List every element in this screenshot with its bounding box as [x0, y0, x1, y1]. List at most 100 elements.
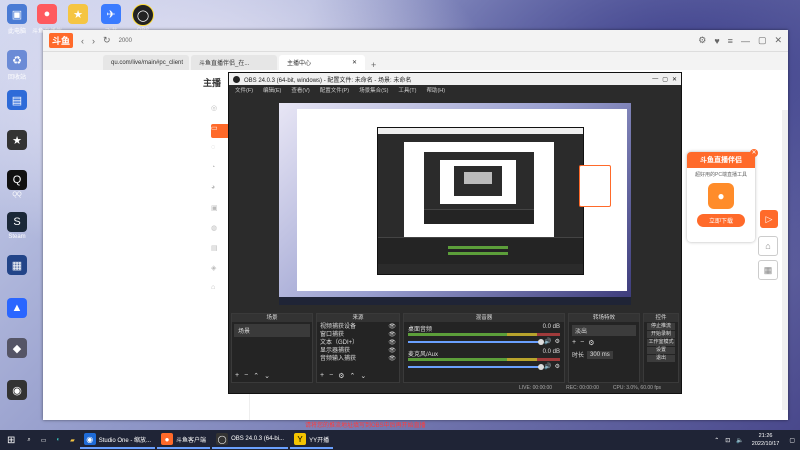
desktop-icon-app-8[interactable]: ★: [2, 130, 32, 152]
promo-close-icon[interactable]: ✕: [750, 149, 758, 157]
scene-item[interactable]: 场景: [234, 324, 310, 337]
browser-url-tab[interactable]: qu.com/live/main#pc_client: [103, 55, 189, 70]
eye-icon[interactable]: 👁: [388, 331, 396, 339]
clock[interactable]: 21:26 2022/10/17: [747, 432, 785, 448]
mixer-settings-icon[interactable]: ⚙: [555, 363, 560, 370]
browser-tab-2[interactable]: 主播中心 ✕: [279, 55, 365, 70]
menu-tools[interactable]: 工具(T): [398, 86, 416, 94]
favorite-icon[interactable]: ♥: [714, 36, 719, 46]
preview-obs-level3: [454, 166, 502, 196]
edge-icon[interactable]: ◐: [51, 437, 65, 443]
desktop-icon-app-13[interactable]: ◆: [2, 338, 32, 360]
menu-icon[interactable]: ≡: [728, 36, 733, 46]
desktop-icon-app-11[interactable]: ▦: [2, 255, 32, 277]
new-tab-icon[interactable]: +: [367, 60, 380, 70]
duration-label: 时长: [572, 353, 585, 359]
tray-chevron-icon[interactable]: ⌃: [711, 437, 722, 444]
address-short[interactable]: 2000: [119, 38, 132, 44]
volume-icon[interactable]: 🔈: [733, 437, 746, 444]
volume-slider[interactable]: [408, 363, 545, 370]
start-recording-button[interactable]: 开始录制: [647, 331, 675, 338]
desktop-icon-recycle-bin[interactable]: ♻ 回收站: [2, 50, 32, 81]
browser-tab-1[interactable]: 斗鱼直播伴侣_在...: [191, 55, 277, 70]
source-item[interactable]: 窗口捕获 👁: [320, 331, 396, 339]
desktop-icon-app-14[interactable]: ◉: [2, 380, 32, 402]
duration-input[interactable]: 300 ms: [587, 350, 613, 359]
exit-button[interactable]: 退出: [647, 355, 675, 362]
obs-close-icon[interactable]: ✕: [672, 76, 677, 83]
add-scene-icon[interactable]: +: [235, 372, 239, 380]
move-down-icon[interactable]: ⌄: [264, 372, 270, 380]
menu-profile[interactable]: 配置文件(P): [320, 86, 349, 94]
desktop-icon-qq[interactable]: Q QQ: [2, 170, 32, 198]
taskbar-app-yy[interactable]: Y YY开播: [290, 431, 334, 449]
remove-source-icon[interactable]: −: [329, 372, 333, 380]
notification-icon[interactable]: ▢: [784, 437, 800, 444]
browser-scrollbar[interactable]: [782, 110, 788, 410]
refresh-icon[interactable]: ↻: [103, 35, 111, 46]
move-up-icon[interactable]: ⌃: [349, 372, 355, 380]
speaker-icon[interactable]: 🔊: [544, 338, 551, 345]
maximize-icon[interactable]: ▢: [758, 35, 767, 46]
desktop-icon-steam[interactable]: S Steam: [2, 212, 32, 240]
network-icon[interactable]: ⊡: [722, 437, 733, 444]
obs-maximize-icon[interactable]: ▢: [662, 76, 668, 83]
promo-app-icon: ●: [708, 183, 734, 209]
mixer-settings-icon[interactable]: ⚙: [555, 338, 560, 345]
menu-scene-collection[interactable]: 场景集合(S): [359, 86, 388, 94]
home-float-button[interactable]: ⌂: [758, 236, 778, 256]
remove-scene-icon[interactable]: −: [244, 372, 248, 380]
task-view-icon[interactable]: ▭: [36, 437, 52, 444]
transition-settings-icon[interactable]: ⚙: [588, 339, 594, 347]
file-explorer-icon[interactable]: ▰: [65, 437, 80, 444]
menu-view[interactable]: 查看(V): [291, 86, 309, 94]
start-icon[interactable]: ⊞: [0, 435, 22, 446]
taskbar-app-obs[interactable]: ◯ OBS 24.0.3 (64-bi...: [212, 431, 289, 449]
feishu-icon: ✈: [101, 4, 121, 24]
mixer-channel: 桌面音频 0.0 dB 🔊 ⚙: [408, 324, 560, 345]
close-icon[interactable]: ✕: [774, 35, 782, 46]
remove-transition-icon[interactable]: −: [580, 339, 584, 347]
source-item[interactable]: 音频输入捕获 👁: [320, 355, 396, 363]
add-transition-icon[interactable]: +: [572, 339, 576, 347]
forward-icon[interactable]: ›: [92, 36, 95, 46]
desktop-icon-star-app[interactable]: ★: [63, 4, 93, 26]
transition-select[interactable]: 淡出: [572, 325, 636, 336]
settings-button[interactable]: 设置: [647, 347, 675, 354]
desktop-icon-app-7[interactable]: ▤: [2, 90, 32, 112]
desktop-icon-app-12[interactable]: ▲: [2, 298, 32, 320]
speaker-icon[interactable]: 🔊: [544, 363, 551, 370]
back-icon[interactable]: ‹: [81, 36, 84, 46]
menu-file[interactable]: 文件(F): [235, 86, 253, 94]
menu-edit[interactable]: 编辑(E): [263, 86, 281, 94]
eye-icon[interactable]: 👁: [388, 323, 396, 331]
move-down-icon[interactable]: ⌄: [360, 372, 366, 380]
desktop-icon-this-pc[interactable]: ▣ 此电脑: [2, 4, 32, 35]
source-item[interactable]: 文本（GDI+） 👁: [320, 339, 396, 347]
side-float-button[interactable]: ▷: [760, 210, 778, 228]
promo-card[interactable]: 斗鱼直播伴侣 超好用的PC端直播工具 ● 立即下载 ✕: [687, 149, 758, 242]
add-source-icon[interactable]: +: [320, 372, 324, 380]
taskbar-app-studio-one[interactable]: ◉ Studio One - 缩放...: [79, 431, 156, 449]
source-item[interactable]: 视频捕获设备 👁: [320, 323, 396, 331]
volume-slider[interactable]: [408, 338, 545, 345]
eye-icon[interactable]: 👁: [388, 347, 396, 355]
studio-mode-button[interactable]: 工作室模式: [647, 339, 675, 346]
promo-download-button[interactable]: 立即下载: [697, 214, 745, 227]
eye-icon[interactable]: 👁: [388, 355, 396, 363]
settings-icon[interactable]: ⚙: [698, 35, 706, 46]
obs-preview[interactable]: [279, 103, 631, 305]
move-up-icon[interactable]: ⌃: [253, 372, 259, 380]
preview-docks-level2: [424, 209, 534, 224]
menu-help[interactable]: 帮助(H): [426, 86, 445, 94]
qr-float-button[interactable]: ▦: [758, 260, 778, 280]
eye-icon[interactable]: 👁: [388, 339, 396, 347]
stop-streaming-button[interactable]: 停止推流: [647, 323, 675, 330]
source-settings-icon[interactable]: ⚙: [338, 372, 344, 380]
taskbar-app-douyu[interactable]: ● 斗鱼客户端: [157, 431, 211, 449]
source-item[interactable]: 显示器捕获 👁: [320, 347, 396, 355]
minimize-icon[interactable]: —: [741, 36, 750, 46]
obs-minimize-icon[interactable]: —: [652, 76, 658, 82]
tab-close-icon[interactable]: ✕: [352, 59, 357, 66]
search-icon[interactable]: ⌕: [22, 437, 35, 444]
